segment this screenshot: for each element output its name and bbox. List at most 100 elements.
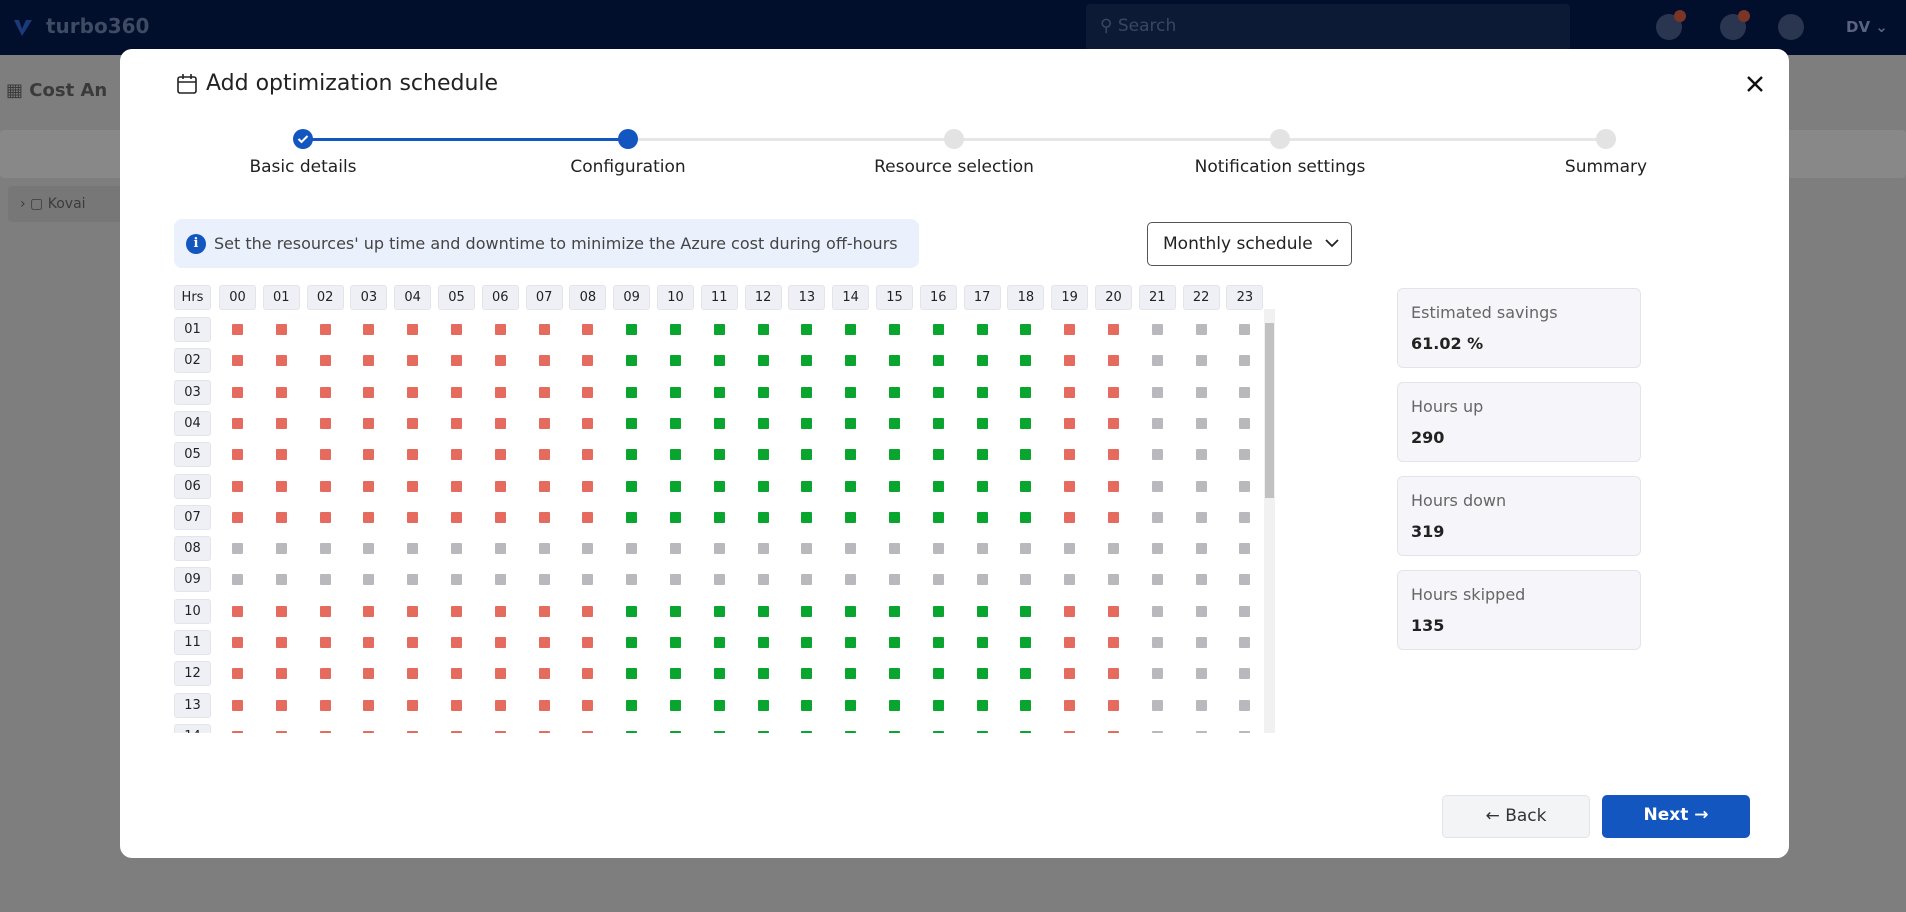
slot-up[interactable] <box>670 417 681 429</box>
slot-down[interactable] <box>451 511 462 523</box>
slot-up[interactable] <box>1020 324 1032 335</box>
slot-down[interactable] <box>363 730 375 733</box>
slot-up[interactable] <box>932 386 944 398</box>
slot-skipped[interactable] <box>1239 480 1251 492</box>
hour-column-header[interactable]: 19 <box>1051 285 1089 310</box>
slot-down[interactable] <box>538 637 550 648</box>
slot-up[interactable] <box>932 417 944 429</box>
hour-column-header[interactable]: 10 <box>657 285 694 310</box>
slot-up[interactable] <box>889 355 900 367</box>
slot-up[interactable] <box>976 355 988 367</box>
slot-skipped[interactable] <box>1239 511 1251 523</box>
row-label[interactable]: 13 <box>174 692 211 718</box>
row-label[interactable]: 07 <box>174 504 211 530</box>
slot-up[interactable] <box>670 449 681 461</box>
hour-column-header[interactable]: 22 <box>1182 285 1220 310</box>
slot-up[interactable] <box>976 417 988 429</box>
hour-column-header[interactable]: 18 <box>1007 285 1045 310</box>
slot-down[interactable] <box>538 605 550 617</box>
slot-up[interactable] <box>757 355 769 367</box>
slot-skipped[interactable] <box>538 574 550 586</box>
slot-down[interactable] <box>582 605 594 617</box>
slot-up[interactable] <box>1020 355 1032 367</box>
slot-down[interactable] <box>1064 417 1076 429</box>
slot-down[interactable] <box>1108 637 1119 648</box>
slot-skipped[interactable] <box>1195 574 1207 586</box>
slot-down[interactable] <box>232 730 243 733</box>
slot-skipped[interactable] <box>1195 324 1207 335</box>
slot-up[interactable] <box>670 699 681 711</box>
slot-skipped[interactable] <box>1195 730 1207 733</box>
slot-skipped[interactable] <box>1108 574 1119 586</box>
slot-skipped[interactable] <box>1239 574 1251 586</box>
slot-up[interactable] <box>1020 605 1032 617</box>
slot-down[interactable] <box>363 324 375 335</box>
slot-up[interactable] <box>845 449 857 461</box>
slot-down[interactable] <box>451 605 462 617</box>
slot-down[interactable] <box>275 730 287 733</box>
slot-up[interactable] <box>932 480 944 492</box>
slot-up[interactable] <box>889 637 900 648</box>
slot-skipped[interactable] <box>626 574 638 586</box>
slot-up[interactable] <box>713 480 725 492</box>
slot-down[interactable] <box>319 449 331 461</box>
slot-down[interactable] <box>319 511 331 523</box>
slot-up[interactable] <box>801 480 813 492</box>
slot-up[interactable] <box>626 511 638 523</box>
slot-down[interactable] <box>451 480 462 492</box>
hour-column-header[interactable]: 04 <box>394 285 432 310</box>
slot-down[interactable] <box>538 668 550 680</box>
slot-up[interactable] <box>845 355 857 367</box>
slot-up[interactable] <box>932 637 944 648</box>
slot-down[interactable] <box>319 637 331 648</box>
slot-down[interactable] <box>1064 324 1076 335</box>
slot-down[interactable] <box>407 386 419 398</box>
hour-column-header[interactable]: 11 <box>700 285 738 310</box>
slot-skipped[interactable] <box>582 574 594 586</box>
slot-down[interactable] <box>275 324 287 335</box>
slot-up[interactable] <box>670 730 681 733</box>
slot-up[interactable] <box>976 668 988 680</box>
slot-skipped[interactable] <box>1151 730 1163 733</box>
slot-down[interactable] <box>275 637 287 648</box>
slot-up[interactable] <box>626 637 638 648</box>
slot-skipped[interactable] <box>1020 574 1032 586</box>
slot-skipped[interactable] <box>1239 386 1251 398</box>
slot-up[interactable] <box>976 480 988 492</box>
slot-up[interactable] <box>713 605 725 617</box>
slot-up[interactable] <box>889 386 900 398</box>
slot-up[interactable] <box>626 386 638 398</box>
slot-down[interactable] <box>1064 605 1076 617</box>
hour-column-header[interactable]: 20 <box>1095 285 1132 310</box>
slot-down[interactable] <box>538 449 550 461</box>
slot-skipped[interactable] <box>494 574 506 586</box>
slot-skipped[interactable] <box>1195 449 1207 461</box>
slot-skipped[interactable] <box>1151 637 1163 648</box>
schedule-type-dropdown[interactable]: Monthly schedule <box>1147 222 1352 266</box>
next-button[interactable]: Next → <box>1602 795 1750 838</box>
slot-skipped[interactable] <box>713 574 725 586</box>
slot-skipped[interactable] <box>757 574 769 586</box>
slot-up[interactable] <box>932 324 944 335</box>
row-label[interactable]: 12 <box>174 661 211 687</box>
slot-up[interactable] <box>801 699 813 711</box>
slot-down[interactable] <box>407 699 419 711</box>
slot-down[interactable] <box>275 605 287 617</box>
slot-down[interactable] <box>275 668 287 680</box>
slot-down[interactable] <box>451 699 462 711</box>
slot-skipped[interactable] <box>932 543 944 555</box>
slot-down[interactable] <box>1108 417 1119 429</box>
slot-down[interactable] <box>363 417 375 429</box>
row-label[interactable]: 11 <box>174 630 211 655</box>
slot-down[interactable] <box>232 511 243 523</box>
slot-skipped[interactable] <box>275 543 287 555</box>
slot-down[interactable] <box>319 324 331 335</box>
row-label[interactable]: 01 <box>174 317 211 342</box>
slot-up[interactable] <box>845 637 857 648</box>
slot-up[interactable] <box>932 605 944 617</box>
slot-up[interactable] <box>1020 637 1032 648</box>
slot-down[interactable] <box>319 417 331 429</box>
slot-up[interactable] <box>976 449 988 461</box>
slot-skipped[interactable] <box>232 574 243 586</box>
slot-skipped[interactable] <box>1239 637 1251 648</box>
